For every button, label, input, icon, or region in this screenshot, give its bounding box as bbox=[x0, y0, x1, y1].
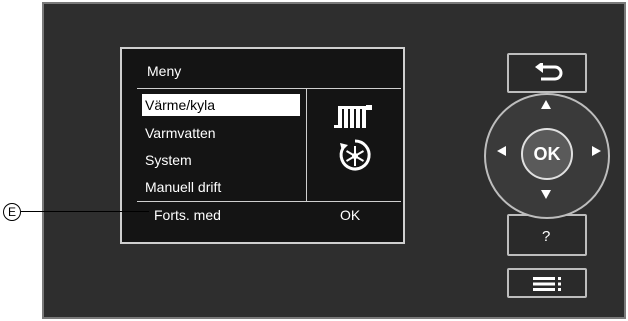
snowflake-cycle-icon bbox=[337, 137, 373, 178]
menu-item-system[interactable]: System bbox=[142, 149, 300, 171]
callout-label-e: E bbox=[3, 203, 21, 221]
down-arrow-icon[interactable] bbox=[541, 190, 551, 199]
ok-button[interactable]: OK bbox=[521, 128, 573, 180]
left-arrow-icon[interactable] bbox=[497, 146, 506, 156]
menu-item-varme-kyla[interactable]: Värme/kyla bbox=[142, 94, 300, 116]
callout-leader-line bbox=[21, 211, 149, 212]
menu-item-varmvatten[interactable]: Varmvatten bbox=[142, 122, 300, 144]
up-arrow-icon[interactable] bbox=[541, 100, 551, 109]
right-arrow-icon[interactable] bbox=[592, 146, 601, 156]
help-button[interactable]: ? bbox=[507, 214, 587, 256]
display-screen: Meny Värme/kyla Varmvatten System Manuel… bbox=[120, 47, 405, 244]
back-arrow-icon bbox=[535, 61, 563, 88]
menu-icon bbox=[533, 277, 563, 296]
softkey-left-label: Forts. med bbox=[154, 207, 221, 223]
divider bbox=[137, 88, 401, 89]
radiator-icon bbox=[334, 105, 376, 134]
divider bbox=[137, 201, 401, 202]
back-button[interactable] bbox=[507, 53, 587, 93]
divider bbox=[306, 88, 307, 202]
menu-item-manuell-drift[interactable]: Manuell drift bbox=[142, 176, 300, 198]
menu-button[interactable] bbox=[507, 268, 587, 298]
screen-title: Meny bbox=[147, 63, 182, 79]
help-label: ? bbox=[542, 228, 551, 245]
softkey-right-label: OK bbox=[340, 207, 361, 223]
